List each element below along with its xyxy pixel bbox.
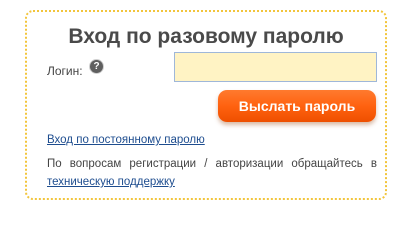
technical-support-link[interactable]: техническую поддержку [47,173,175,191]
login-input[interactable] [174,52,377,82]
one-time-password-login-panel: Вход по разовому паролю Логин: ? Выслать… [25,10,387,200]
form-title: Вход по разовому паролю [68,25,344,48]
question-mark-icon[interactable]: ? [90,60,103,73]
permanent-password-login-link[interactable]: Вход по постоянному паролю [47,134,205,146]
send-password-button[interactable]: Выслать пароль [218,90,376,122]
login-label: Логин: [47,64,83,78]
support-info-text: По вопросам регистрации / авторизации об… [47,158,377,170]
